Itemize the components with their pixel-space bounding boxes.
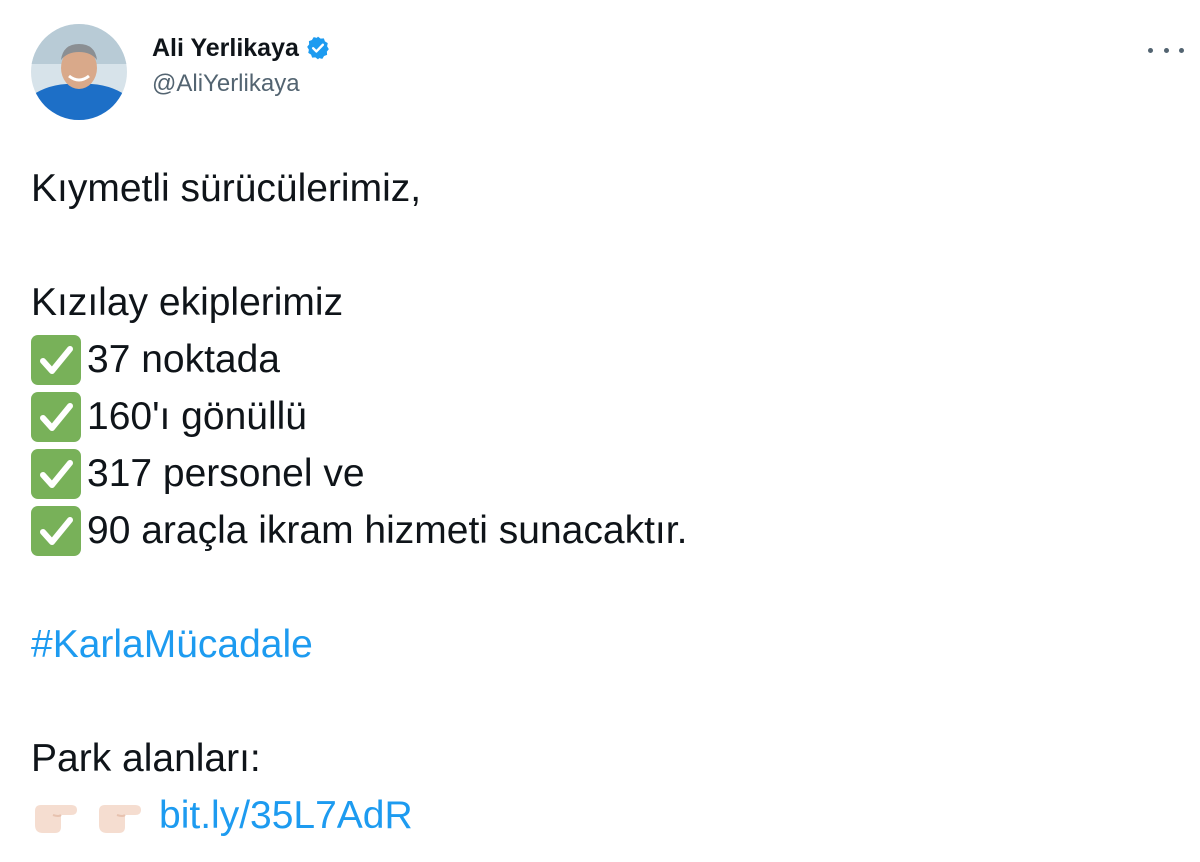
intro-line: Kızılay ekiplerimiz [31,281,344,324]
pointing-hand-icon [95,796,153,836]
check-mark-icon [31,505,81,556]
dot-icon [1148,47,1153,53]
hashtag-line: #KarlaMücadale [31,616,1171,673]
parking-label: Park alanları: [31,737,261,780]
tweet-text: Kıymetli sürücülerimiz, Kızılay ekipleri… [31,160,1171,844]
more-options-icon[interactable] [1148,38,1184,62]
checklist-item: 37 noktada [31,331,1171,388]
author-block: Ali Yerlikaya @AliYerlikaya [152,30,331,98]
user-handle[interactable]: @AliYerlikaya [152,70,331,98]
tweet-card: Ali Yerlikaya @AliYerlikaya Kıymetli sür… [0,0,1200,862]
verified-badge-icon [305,35,331,61]
checklist-item: 160'ı gönüllü [31,388,1171,445]
checklist-text: 37 noktada [87,338,281,381]
pointing-hand-icon [31,796,89,836]
check-mark-icon [31,334,81,385]
greeting-line: Kıymetli sürücülerimiz, [31,167,422,210]
dot-icon [1163,47,1169,53]
short-link[interactable]: bit.ly/35L7AdR [159,787,413,844]
check-mark-icon [31,448,81,499]
checklist-item: 90 araçla ikram hizmeti sunacaktır. [31,502,1171,559]
name-row: Ali Yerlikaya [152,30,331,66]
check-mark-icon [31,391,81,442]
checklist-text: 160'ı gönüllü [87,395,307,438]
dot-icon [1179,47,1184,53]
link-line: bit.ly/35L7AdR [31,787,1171,844]
checklist-text: 90 araçla ikram hizmeti sunacaktır. [87,509,688,552]
display-name[interactable]: Ali Yerlikaya [152,34,299,63]
avatar[interactable] [31,24,127,120]
checklist-text: 317 personel ve [87,452,365,495]
checklist-item: 317 personel ve [31,445,1171,502]
hashtag-link[interactable]: #KarlaMücadale [31,616,313,673]
